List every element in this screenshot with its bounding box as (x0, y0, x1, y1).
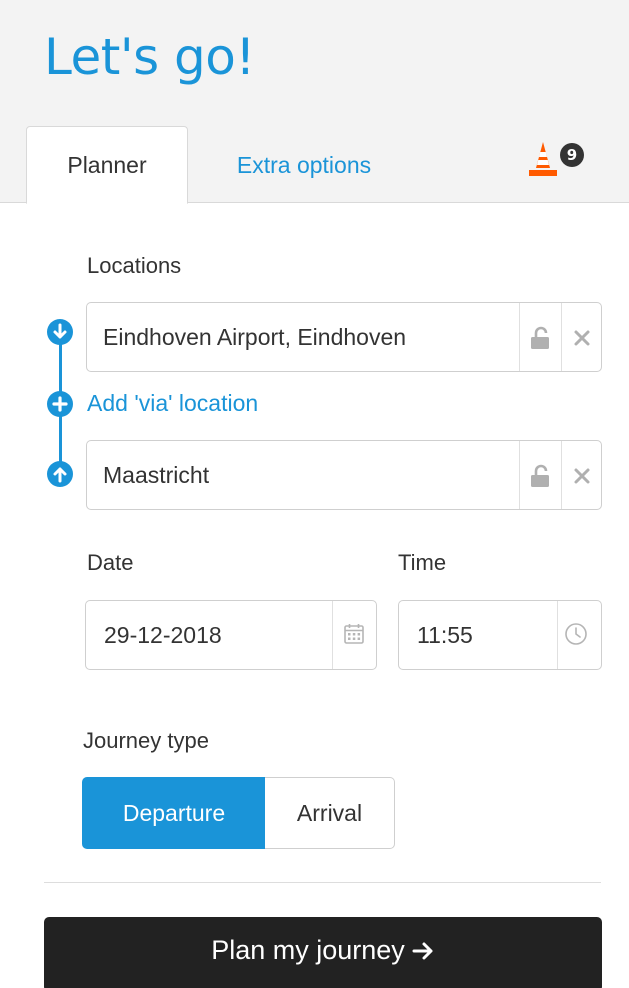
disruptions-badge: 9 (560, 143, 584, 167)
time-input[interactable] (399, 601, 549, 669)
tab-planner[interactable]: Planner (26, 126, 188, 204)
to-location-field (86, 440, 602, 510)
arrow-right-icon (412, 942, 433, 959)
separator (561, 303, 562, 371)
calendar-icon[interactable] (341, 621, 367, 647)
divider (44, 882, 601, 883)
locations-label: Locations (87, 253, 182, 278)
departure-toggle[interactable]: Departure (82, 777, 266, 849)
arrival-toggle[interactable]: Arrival (265, 777, 395, 849)
journey-type-label: Journey type (83, 728, 209, 753)
time-label: Time (398, 550, 447, 575)
to-marker-icon (47, 461, 73, 487)
page-title: Let's go! (44, 28, 255, 86)
tab-extra-options[interactable]: Extra options (200, 126, 408, 204)
plan-journey-label: Plan my journey (211, 935, 405, 965)
separator (561, 441, 562, 509)
time-field (398, 600, 602, 670)
lock-open-icon[interactable] (527, 463, 553, 489)
separator (519, 441, 520, 509)
add-via-location-link[interactable]: Add 'via' location (87, 390, 258, 417)
separator (557, 601, 558, 669)
date-input[interactable] (86, 601, 326, 669)
from-marker-icon (47, 319, 73, 345)
close-icon[interactable] (569, 325, 595, 351)
to-location-input[interactable] (87, 441, 519, 509)
from-location-field (86, 302, 602, 372)
disruptions-button[interactable]: 9 (526, 140, 596, 184)
clock-icon[interactable] (563, 621, 589, 647)
date-label: Date (87, 550, 134, 575)
from-location-input[interactable] (87, 303, 519, 371)
header: Let's go! Planner Extra options 9 (0, 0, 629, 204)
separator (332, 601, 333, 669)
plan-journey-button[interactable]: Plan my journey (44, 917, 602, 988)
lock-open-icon[interactable] (527, 325, 553, 351)
add-via-icon[interactable] (47, 391, 73, 417)
traffic-cone-icon (529, 142, 557, 176)
close-icon[interactable] (569, 463, 595, 489)
separator (519, 303, 520, 371)
date-field (85, 600, 377, 670)
